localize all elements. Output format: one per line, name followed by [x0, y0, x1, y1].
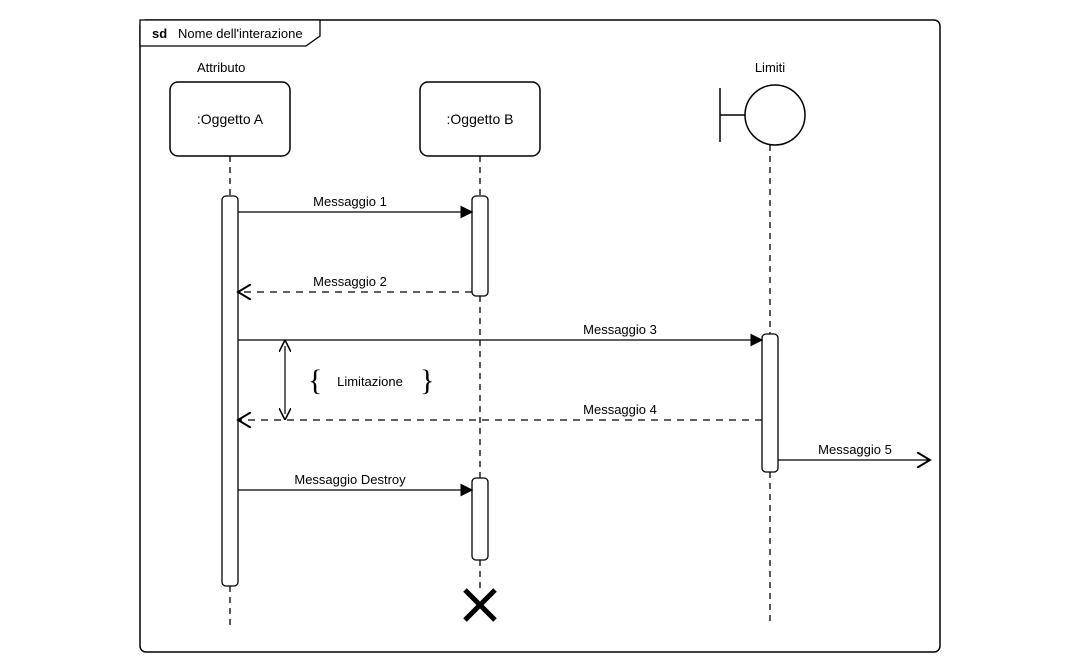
activation-b1 [472, 196, 488, 296]
message-5-label: Messaggio 5 [818, 442, 892, 457]
duration-constraint: { Limitazione } [285, 346, 434, 414]
svg-text:{: { [308, 364, 322, 397]
frame-title: Nome dell'interazione [178, 26, 303, 41]
participant-c-label: Limiti [755, 60, 785, 75]
frame-tag: sd [152, 26, 167, 41]
constraint-label: Limitazione [337, 374, 403, 389]
destroy-icon [465, 590, 495, 620]
activation-a [222, 196, 238, 586]
frame-header: sd Nome dell'interazione [140, 20, 320, 46]
participant-c-boundary-icon [720, 85, 805, 145]
message-2-label: Messaggio 2 [313, 274, 387, 289]
activation-b2 [472, 478, 488, 560]
participant-a-caption: Attributo [197, 60, 245, 75]
participant-b-label: :Oggetto B [447, 111, 514, 127]
activation-c [762, 334, 778, 472]
participant-a-label: :Oggetto A [197, 111, 264, 127]
message-1-label: Messaggio 1 [313, 194, 387, 209]
svg-text:}: } [420, 364, 434, 397]
sequence-diagram: sd Nome dell'interazione Attributo :Ogge… [0, 0, 1073, 672]
message-destroy-label: Messaggio Destroy [294, 472, 406, 487]
message-3-label: Messaggio 3 [583, 322, 657, 337]
message-4-label: Messaggio 4 [583, 402, 657, 417]
